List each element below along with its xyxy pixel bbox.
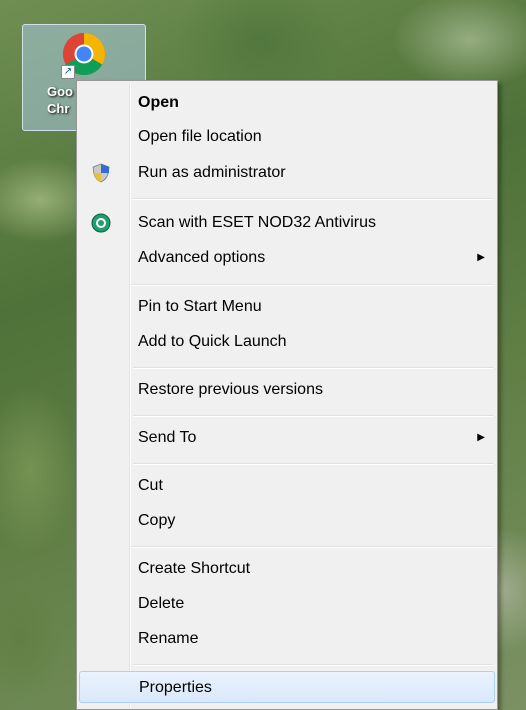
menu-separator <box>133 367 493 369</box>
menu-item-pin-to-start-menu[interactable]: Pin to Start Menu <box>79 291 495 323</box>
menu-item-restore-previous-versions[interactable]: Restore previous versions <box>79 374 495 406</box>
menu-item-label: Delete <box>138 595 185 612</box>
menu-item-label: Copy <box>138 512 176 529</box>
menu-item-open-file-location[interactable]: Open file location <box>79 121 495 153</box>
menu-item-send-to[interactable]: Send To ▶ <box>79 422 495 454</box>
menu-item-run-as-administrator[interactable]: Run as administrator <box>79 157 495 189</box>
menu-item-label: Cut <box>138 477 163 494</box>
menu-separator <box>133 546 493 548</box>
menu-item-label: Pin to Start Menu <box>138 298 262 315</box>
menu-item-scan-eset[interactable]: Scan with ESET NOD32 Antivirus <box>79 207 495 239</box>
menu-item-label: Create Shortcut <box>138 560 251 577</box>
menu-item-copy[interactable]: Copy <box>79 505 495 537</box>
uac-shield-icon <box>92 163 110 183</box>
menu-item-advanced-options[interactable]: Advanced options ▶ <box>79 242 495 274</box>
context-menu: Open Open file location Run as administr… <box>76 80 498 710</box>
desktop-background: ↗ Goo Chr Open Open file location Run as… <box>0 0 526 710</box>
menu-item-create-shortcut[interactable]: Create Shortcut <box>79 553 495 585</box>
menu-separator <box>133 415 493 417</box>
menu-item-label: Send To <box>138 429 197 446</box>
menu-separator <box>133 198 493 200</box>
shortcut-arrow-icon: ↗ <box>61 65 75 79</box>
menu-item-cut[interactable]: Cut <box>79 470 495 502</box>
menu-item-delete[interactable]: Delete <box>79 588 495 620</box>
menu-item-label: Properties <box>139 679 212 696</box>
menu-item-rename[interactable]: Rename <box>79 623 495 655</box>
submenu-arrow-icon: ▶ <box>477 252 485 263</box>
menu-item-add-to-quick-launch[interactable]: Add to Quick Launch <box>79 326 495 358</box>
submenu-arrow-icon: ▶ <box>477 432 485 443</box>
menu-item-open[interactable]: Open <box>79 87 495 119</box>
menu-item-label: Advanced options <box>138 249 266 266</box>
menu-item-label: Open <box>138 94 179 111</box>
menu-item-label: Run as administrator <box>138 164 286 181</box>
menu-separator <box>133 664 493 666</box>
menu-item-label: Restore previous versions <box>138 381 323 398</box>
menu-item-properties[interactable]: Properties <box>79 671 495 703</box>
menu-item-label: Open file location <box>138 128 262 145</box>
menu-item-label: Scan with ESET NOD32 Antivirus <box>138 214 377 231</box>
menu-item-label: Rename <box>138 630 199 647</box>
menu-separator <box>133 284 493 286</box>
menu-item-label: Add to Quick Launch <box>138 333 287 350</box>
eset-icon <box>91 213 111 233</box>
menu-separator <box>133 463 493 465</box>
